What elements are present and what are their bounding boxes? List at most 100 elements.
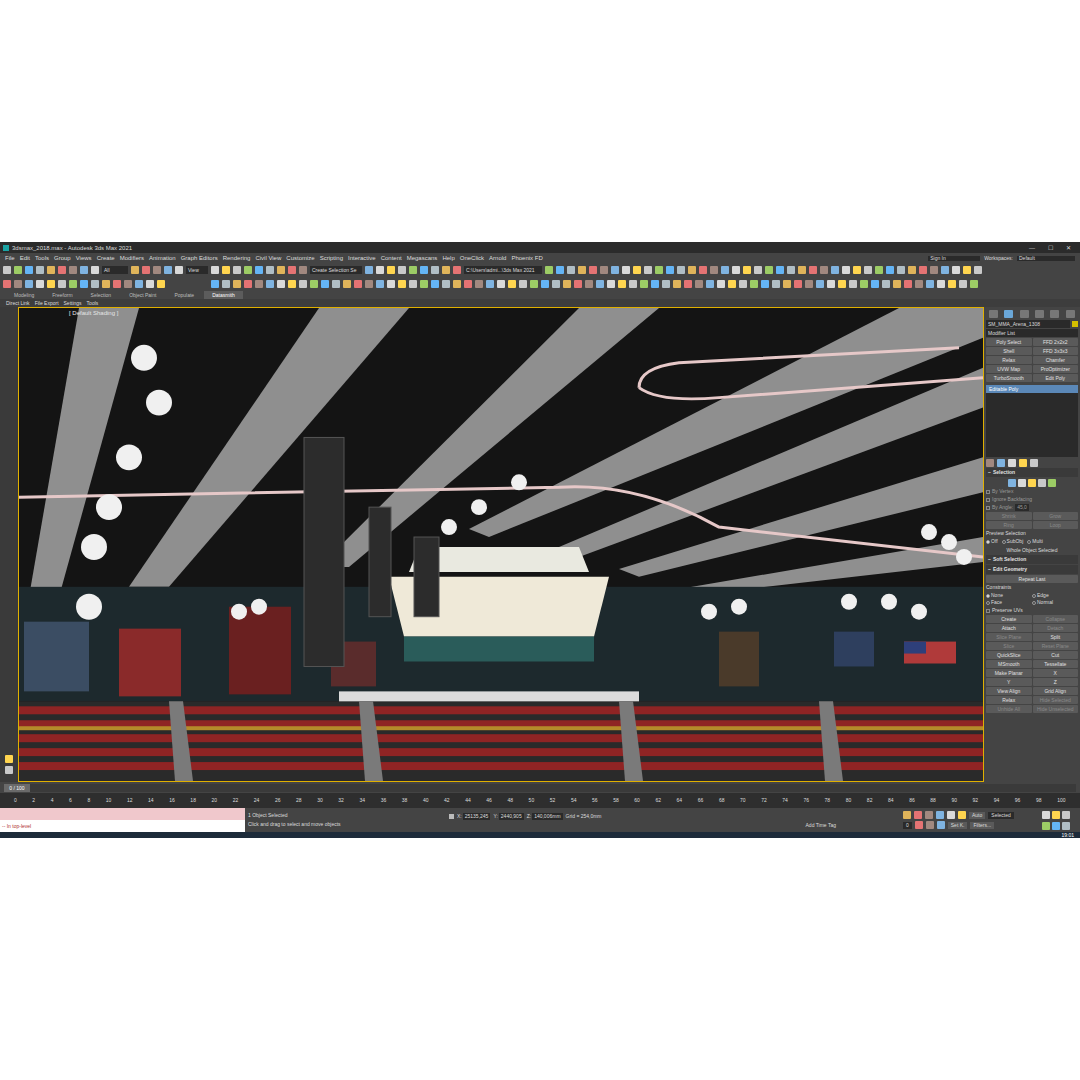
- tool-icon[interactable]: [102, 280, 110, 288]
- window-control[interactable]: —: [1023, 245, 1041, 251]
- tool-icon[interactable]: [732, 266, 740, 274]
- panel-button[interactable]: Relax: [986, 696, 1032, 704]
- selection-check[interactable]: By Angle:45,0: [986, 504, 1078, 511]
- tool-icon[interactable]: [721, 266, 729, 274]
- workspace-select[interactable]: Default: [1017, 256, 1075, 261]
- tool-icon[interactable]: [398, 280, 406, 288]
- tool-icon[interactable]: [58, 280, 66, 288]
- tool-icon[interactable]: [36, 266, 44, 274]
- ribbon-tab[interactable]: Modeling: [6, 291, 42, 299]
- panel-button[interactable]: Grid Align: [1033, 687, 1079, 695]
- panel-tab-icon[interactable]: [1004, 310, 1013, 318]
- tool-icon[interactable]: [925, 811, 933, 819]
- tool-icon[interactable]: [754, 266, 762, 274]
- panel-button[interactable]: MSmooth: [986, 660, 1032, 668]
- tool-icon[interactable]: [1008, 459, 1016, 467]
- tool-icon[interactable]: [860, 280, 868, 288]
- tool-icon[interactable]: [585, 280, 593, 288]
- tool-icon[interactable]: [842, 266, 850, 274]
- tool-icon[interactable]: [1042, 822, 1050, 830]
- viewport-label[interactable]: [ Default Shading ]: [69, 310, 118, 316]
- tool-icon[interactable]: [600, 266, 608, 274]
- tool-icon[interactable]: [1052, 811, 1060, 819]
- tool-icon[interactable]: [365, 280, 373, 288]
- menu-item[interactable]: Customize: [286, 255, 314, 261]
- tool-icon[interactable]: [91, 280, 99, 288]
- panel-button[interactable]: Make Planar: [986, 669, 1032, 677]
- tool-icon[interactable]: [508, 280, 516, 288]
- menu-item[interactable]: Scripting: [320, 255, 343, 261]
- tool-icon[interactable]: [277, 266, 285, 274]
- panel-tab-icon[interactable]: [1020, 310, 1029, 318]
- tool-icon[interactable]: [288, 266, 296, 274]
- tool-icon[interactable]: [552, 280, 560, 288]
- tool-icon[interactable]: [948, 280, 956, 288]
- tool-icon[interactable]: [914, 811, 922, 819]
- tool-icon[interactable]: [1028, 479, 1036, 487]
- tool-icon[interactable]: [153, 266, 161, 274]
- ribbon-tab[interactable]: Object Paint: [121, 291, 164, 299]
- tool-icon[interactable]: [607, 280, 615, 288]
- constraint-radio[interactable]: Normal: [1032, 599, 1078, 606]
- maxscript-input[interactable]: [0, 808, 245, 820]
- tool-icon[interactable]: [431, 280, 439, 288]
- panel-tab-icon[interactable]: [989, 310, 998, 318]
- tool-icon[interactable]: [765, 266, 773, 274]
- tool-icon[interactable]: [958, 811, 966, 819]
- tool-icon[interactable]: [776, 266, 784, 274]
- tool-icon[interactable]: [853, 266, 861, 274]
- tool-icon[interactable]: [5, 755, 13, 763]
- tool-icon[interactable]: [277, 280, 285, 288]
- tool-icon[interactable]: [915, 280, 923, 288]
- ribbon-item[interactable]: Tools: [87, 301, 99, 306]
- preserve-uvs[interactable]: Preserve UVs: [986, 607, 1078, 614]
- tool-icon[interactable]: [655, 266, 663, 274]
- tool-icon[interactable]: [750, 280, 758, 288]
- tool-icon[interactable]: [398, 266, 406, 274]
- tool-icon[interactable]: [761, 280, 769, 288]
- tool-icon[interactable]: [706, 280, 714, 288]
- tool-icon[interactable]: [135, 280, 143, 288]
- tool-icon[interactable]: [475, 280, 483, 288]
- tool-icon[interactable]: [69, 266, 77, 274]
- tool-icon[interactable]: [820, 266, 828, 274]
- tool-icon[interactable]: [903, 811, 911, 819]
- tool-icon[interactable]: [3, 280, 11, 288]
- tool-icon[interactable]: [142, 266, 150, 274]
- tool-icon[interactable]: [299, 280, 307, 288]
- tool-icon[interactable]: [354, 280, 362, 288]
- tool-icon[interactable]: [376, 280, 384, 288]
- panel-button[interactable]: Z: [1033, 678, 1079, 686]
- panel-button[interactable]: UVW Map: [986, 365, 1032, 373]
- tool-icon[interactable]: [915, 821, 923, 829]
- tool-icon[interactable]: [321, 280, 329, 288]
- tool-icon[interactable]: [420, 280, 428, 288]
- menu-item[interactable]: Arnold: [489, 255, 506, 261]
- panel-tab-icon[interactable]: [1066, 310, 1075, 318]
- tool-icon[interactable]: [997, 459, 1005, 467]
- tool-icon[interactable]: [1019, 459, 1027, 467]
- tool-icon[interactable]: [376, 266, 384, 274]
- panel-button[interactable]: Relax: [986, 356, 1032, 364]
- tool-icon[interactable]: [464, 280, 472, 288]
- tool-icon[interactable]: [864, 266, 872, 274]
- panel-button[interactable]: Loop: [1033, 521, 1079, 529]
- preview-radio[interactable]: SubObj: [1002, 538, 1024, 545]
- panel-button[interactable]: TurboSmooth: [986, 374, 1032, 382]
- tool-icon[interactable]: [164, 266, 172, 274]
- tool-icon[interactable]: [124, 280, 132, 288]
- coord-field[interactable]: Z:140,006mm: [527, 813, 563, 820]
- tool-icon[interactable]: [937, 821, 945, 829]
- tool-icon[interactable]: [332, 280, 340, 288]
- tool-icon[interactable]: [567, 266, 575, 274]
- tool-icon[interactable]: [431, 266, 439, 274]
- tool-icon[interactable]: [882, 280, 890, 288]
- panel-button[interactable]: Unhide All: [986, 705, 1032, 713]
- selection-set[interactable]: Create Selection Se: [310, 266, 362, 274]
- ribbon-tab[interactable]: Populate: [166, 291, 202, 299]
- auto-key[interactable]: Auto: [969, 812, 985, 819]
- tool-icon[interactable]: [497, 280, 505, 288]
- panel-button[interactable]: Y: [986, 678, 1032, 686]
- tool-icon[interactable]: [578, 266, 586, 274]
- tool-icon[interactable]: [244, 280, 252, 288]
